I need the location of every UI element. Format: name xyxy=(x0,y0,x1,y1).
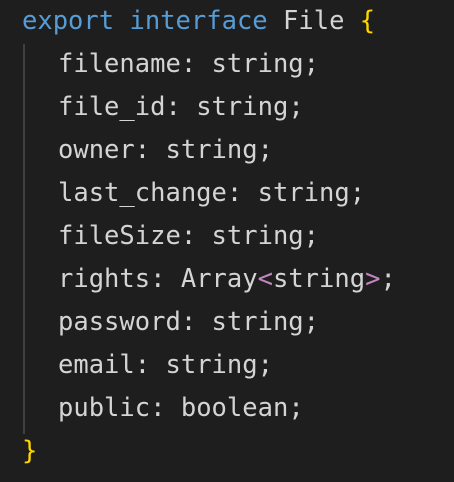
field-type: string xyxy=(211,221,304,251)
semicolon: ; xyxy=(349,178,366,208)
semicolon: ; xyxy=(303,49,320,79)
field-name: owner xyxy=(58,135,135,165)
field-type: string xyxy=(165,350,258,380)
colon: : xyxy=(180,221,197,251)
code-line-3: file_id: string; xyxy=(58,86,304,129)
field-name: rights xyxy=(58,264,151,294)
semicolon: ; xyxy=(303,221,320,251)
semicolon: ; xyxy=(288,92,304,122)
semicolon: ; xyxy=(380,264,396,294)
code-line-11: } xyxy=(22,430,37,473)
colon: : xyxy=(180,307,197,337)
code-line-6: fileSize: string; xyxy=(58,215,319,258)
field-name: public xyxy=(58,393,151,423)
field-type: string xyxy=(211,307,304,337)
code-line-5: last_change: string; xyxy=(58,172,365,215)
field-name: fileSize xyxy=(58,221,181,251)
colon: : xyxy=(150,393,166,423)
field-name: filename xyxy=(58,49,181,79)
code-editor[interactable]: export interface File { filename: string… xyxy=(0,0,454,482)
field-name: password xyxy=(58,307,181,337)
field-type: string xyxy=(196,92,289,122)
code-line-7: rights: Array<string>; xyxy=(58,258,396,301)
field-name: file_id xyxy=(58,92,166,122)
interface-keyword: interface xyxy=(129,6,268,36)
semicolon: ; xyxy=(288,393,304,423)
field-type: string xyxy=(165,135,258,165)
export-keyword: export xyxy=(22,6,115,36)
field-name: last_change xyxy=(58,178,227,208)
code-line-4: owner: string; xyxy=(58,129,273,172)
code-line-9: email: string; xyxy=(58,344,273,387)
colon: : xyxy=(165,92,181,122)
code-line-2: filename: string; xyxy=(58,43,319,86)
indent-guide xyxy=(23,44,25,434)
semicolon: ; xyxy=(257,350,273,380)
field-type: string xyxy=(211,49,304,79)
semicolon: ; xyxy=(303,307,320,337)
colon: : xyxy=(180,49,197,79)
code-line-8: password: string; xyxy=(58,301,319,344)
field-type: boolean xyxy=(180,393,289,423)
close-brace: } xyxy=(22,436,38,466)
interface-name: File xyxy=(283,6,345,36)
colon: : xyxy=(150,264,166,294)
code-line-1: export interface File { xyxy=(22,0,375,43)
colon: : xyxy=(134,350,151,380)
field-name: email xyxy=(58,350,135,380)
open-angle-bracket: < xyxy=(257,264,273,294)
colon: : xyxy=(134,135,151,165)
field-type: string xyxy=(257,178,350,208)
code-line-10: public: boolean; xyxy=(58,387,304,430)
close-angle-bracket: > xyxy=(365,264,381,294)
open-brace: { xyxy=(359,6,376,36)
semicolon: ; xyxy=(257,135,273,165)
field-type-prefix: Array xyxy=(180,264,258,294)
colon: : xyxy=(226,178,243,208)
field-type-arg: string xyxy=(272,264,366,294)
